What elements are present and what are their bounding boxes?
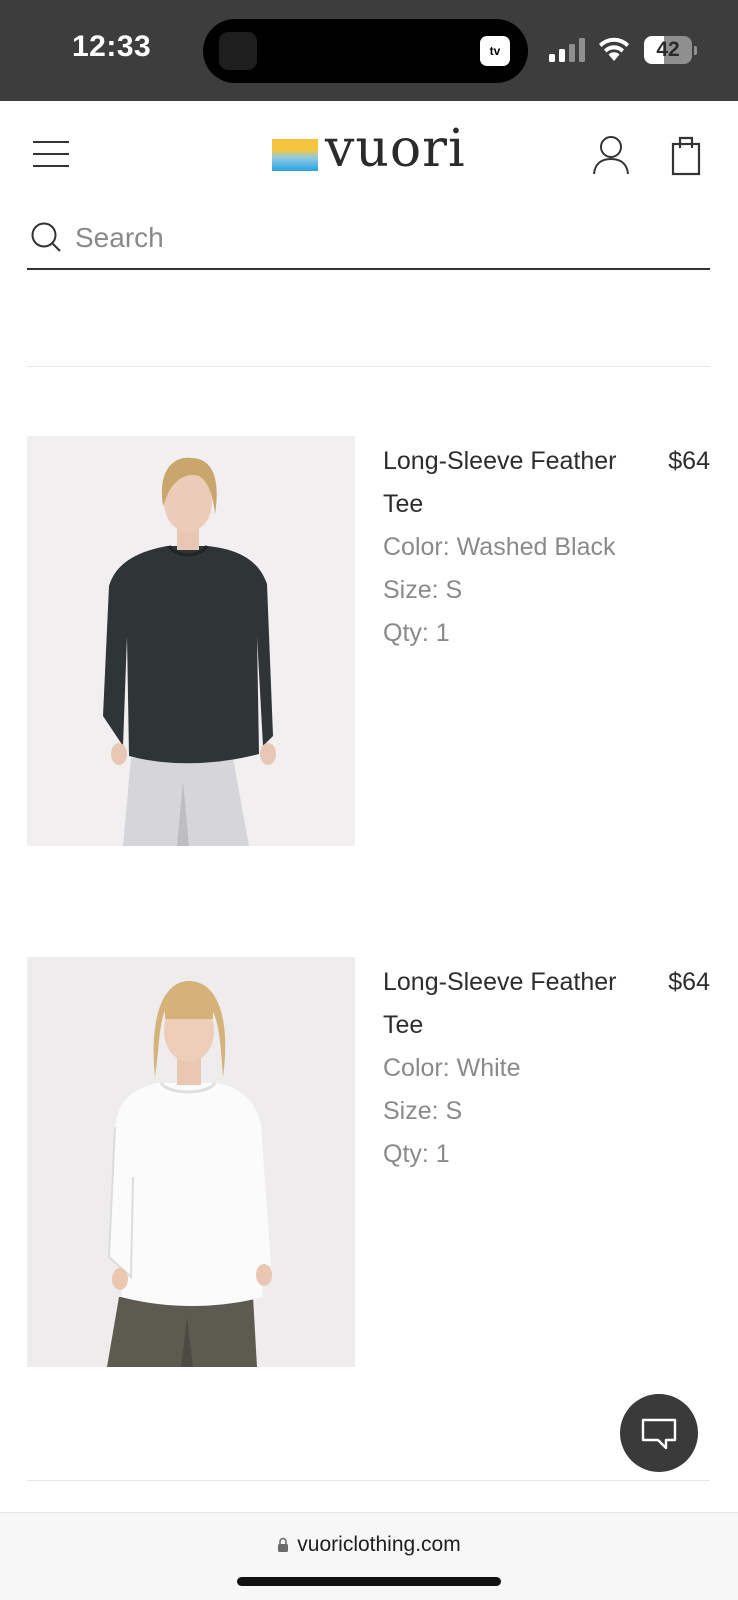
logo-color-mark <box>272 139 318 171</box>
product-name[interactable]: Long-Sleeve Feather Tee <box>383 440 633 526</box>
user-icon[interactable] <box>592 134 630 176</box>
product-price: $64 <box>668 447 710 475</box>
search-icon[interactable] <box>30 221 62 253</box>
url-text: vuoriclothing.com <box>297 1533 461 1556</box>
product-color: Color: White <box>383 1054 521 1082</box>
product-price: $64 <box>668 968 710 996</box>
camera-cutout <box>219 32 257 70</box>
dynamic-island: tv <box>203 19 528 83</box>
search-input[interactable] <box>75 218 695 258</box>
cellular-signal-icon <box>549 38 585 62</box>
cart-product-item: Long-Sleeve Feather Tee $64 Color: White… <box>27 957 710 1367</box>
logo-text: vuori <box>325 119 466 179</box>
product-quantity: Qty: 1 <box>383 619 450 647</box>
url-display[interactable]: vuoriclothing.com <box>0 1533 738 1557</box>
section-divider <box>27 366 710 367</box>
shopping-bag-icon[interactable] <box>670 134 702 176</box>
lock-icon <box>278 1537 289 1552</box>
cart-product-item: Long-Sleeve Feather Tee $64 Color: Washe… <box>27 436 710 846</box>
product-image[interactable] <box>27 957 355 1367</box>
search-bar <box>27 214 710 270</box>
product-size: Size: S <box>383 576 463 604</box>
wifi-icon <box>599 37 629 61</box>
battery-level: 42 <box>656 38 680 61</box>
battery-icon: 42 <box>644 36 697 64</box>
product-name[interactable]: Long-Sleeve Feather Tee <box>383 961 633 1047</box>
product-size: Size: S <box>383 1097 463 1125</box>
home-indicator[interactable] <box>237 1577 501 1586</box>
product-image[interactable] <box>27 436 355 846</box>
hamburger-menu-icon[interactable] <box>33 139 71 171</box>
product-quantity: Qty: 1 <box>383 1140 450 1168</box>
chat-button[interactable] <box>620 1394 698 1472</box>
site-header: vuori <box>0 101 738 211</box>
chat-bubble-icon <box>641 1418 677 1450</box>
section-divider <box>27 1480 710 1481</box>
apple-tv-label: tv <box>489 44 501 58</box>
product-color: Color: Washed Black <box>383 533 616 561</box>
browser-url-bar[interactable]: vuoriclothing.com <box>0 1512 738 1600</box>
status-bar: 12:33 tv 42 <box>0 0 738 101</box>
apple-tv-icon: tv <box>480 36 510 66</box>
status-time: 12:33 <box>72 30 152 63</box>
